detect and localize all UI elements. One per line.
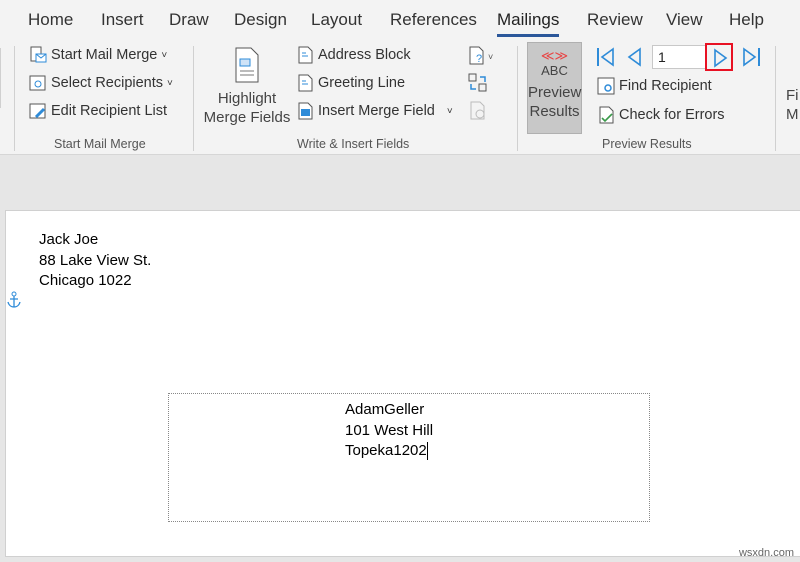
edit-recipient-list-button[interactable]: Edit Recipient List [29, 102, 167, 120]
edit-list-icon [29, 103, 46, 119]
start-mail-merge-button[interactable]: Start Mail Merge ˅ [29, 46, 167, 64]
check-errors-icon [599, 106, 614, 124]
next-record-button[interactable] [705, 43, 733, 71]
next-record-icon [714, 48, 728, 68]
tab-references[interactable]: References [390, 10, 477, 30]
ribbon: Start Mail Merge ˅ Select Recipients ˅ Edi… [0, 38, 800, 155]
update-labels-icon [470, 101, 485, 120]
address-block-icon [298, 46, 313, 64]
mail-merge-icon [30, 46, 47, 63]
text-cursor [426, 442, 428, 461]
anchor-icon [7, 291, 21, 308]
tab-view[interactable]: View [666, 10, 703, 30]
greeting-line-button[interactable]: Greeting Line [296, 74, 405, 92]
group-label-preview-results: Preview Results [602, 137, 692, 151]
highlight-fields-icon [235, 47, 259, 83]
ribbon-tabs: Home Insert Draw Design Layout Reference… [0, 0, 800, 38]
tab-layout[interactable]: Layout [311, 10, 362, 30]
group-label-start-mail-merge: Start Mail Merge [54, 137, 146, 151]
greeting-line-icon [298, 74, 313, 92]
tab-draw[interactable]: Draw [169, 10, 209, 30]
chevron-down-icon: ˅ [167, 77, 173, 89]
tab-help[interactable]: Help [729, 10, 764, 30]
insert-merge-field-button[interactable]: Insert Merge Field ˅ [296, 102, 453, 120]
match-fields-icon[interactable] [468, 73, 488, 93]
first-record-icon[interactable] [595, 46, 617, 68]
tab-insert[interactable]: Insert [101, 10, 144, 30]
address-block-button[interactable]: Address Block [296, 46, 411, 64]
record-number-input[interactable]: 1 [652, 45, 707, 69]
rules-icon[interactable]: ? ˅ [468, 46, 498, 66]
finish-merge-button[interactable]: Fi M [786, 86, 799, 124]
tab-design[interactable]: Design [234, 10, 287, 30]
insert-field-icon [298, 102, 313, 120]
watermark: wsxdn.com [738, 547, 794, 559]
preview-results-button[interactable]: ≪≫ ABC Preview Results [527, 42, 582, 134]
group-label-write-insert: Write & Insert Fields [297, 137, 410, 151]
return-address: Jack Joe 88 Lake View St. Chicago 1022 [39, 231, 152, 289]
find-recipient-button[interactable]: Find Recipient [597, 77, 712, 95]
highlight-merge-fields-button[interactable]: Highlight Merge Fields [203, 46, 291, 127]
check-for-errors-button[interactable]: Check for Errors [597, 106, 725, 124]
tab-review[interactable]: Review [587, 10, 643, 30]
recipients-icon [29, 75, 46, 91]
select-recipients-button[interactable]: Select Recipients ˅ [29, 74, 173, 92]
preview-arrows-icon: ≪≫ [540, 48, 569, 63]
tab-home[interactable]: Home [28, 10, 73, 30]
chevron-down-icon: ˅ [446, 105, 453, 117]
tab-mailings[interactable]: Mailings [497, 10, 560, 37]
previous-record-icon[interactable] [624, 46, 646, 68]
last-record-icon[interactable] [740, 46, 762, 68]
recipient-address: AdamGeller 101 West Hill Topeka1202 [345, 401, 434, 461]
find-recipient-icon [597, 77, 615, 95]
svg-text:?: ? [476, 53, 482, 65]
chevron-down-icon: ˅ [161, 49, 168, 61]
svg-text:˅: ˅ [488, 52, 493, 62]
